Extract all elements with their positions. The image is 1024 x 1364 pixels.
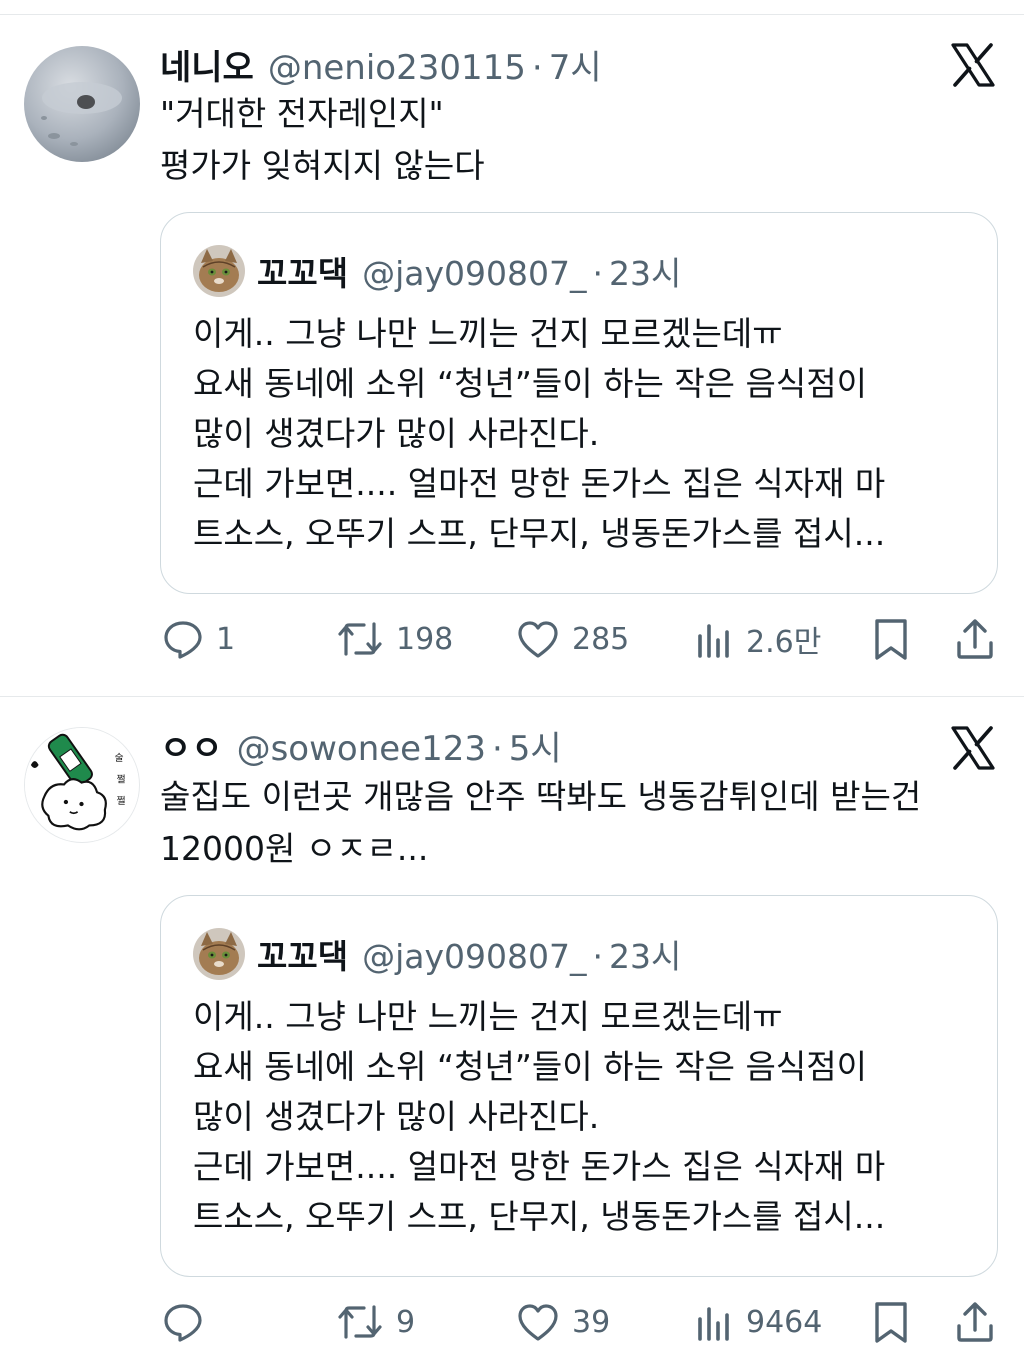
bookmark-button[interactable] — [872, 1297, 910, 1347]
reply-bubble-icon — [162, 1301, 204, 1343]
reply-button[interactable]: 1 — [162, 614, 235, 664]
quote-avatar[interactable] — [193, 245, 245, 297]
quote-timestamp[interactable]: 23시 — [609, 247, 681, 295]
quote-user-handle[interactable]: @jay090807_ — [362, 254, 586, 293]
tweet-header: 네니오 @nenio230115 · 7시 — [160, 40, 602, 89]
x-logo-icon — [950, 725, 998, 773]
avatar[interactable]: 술 쩔 쩔 — [24, 727, 140, 843]
svg-text:술: 술 — [115, 752, 124, 764]
bookmark-icon — [872, 617, 910, 661]
bar-chart-icon — [694, 1301, 734, 1343]
separator-dot: · — [491, 729, 503, 769]
quote-header: 꼬꼬댁 @jay090807_ · 23시 — [257, 930, 681, 978]
svg-text:쩔: 쩔 — [117, 794, 126, 807]
quote-separator-dot: · — [592, 937, 604, 976]
share-button[interactable] — [954, 614, 996, 664]
bookmark-button[interactable] — [872, 614, 910, 664]
retweet-count: 9 — [396, 1304, 416, 1340]
action-bar: 9 39 9464 — [0, 1297, 1024, 1347]
view-count: 2.6만 — [746, 625, 822, 660]
heart-icon — [516, 1301, 560, 1343]
quoted-tweet[interactable]: 꼬꼬댁 @jay090807_ · 23시 이게.. 그냥 나만 느끼는 건지 … — [160, 212, 998, 594]
user-handle[interactable]: @nenio230115 — [268, 48, 526, 88]
view-count: 9464 — [746, 1304, 823, 1340]
quote-text: 이게.. 그냥 나만 느끼는 건지 모르겠는데ㅠ 요새 동네에 소위 “청년”들… — [193, 997, 886, 1236]
views-button[interactable]: 9464 — [694, 1297, 822, 1347]
quote-display-name[interactable]: 꼬꼬댁 — [257, 247, 348, 295]
x-logo-icon — [950, 42, 998, 90]
reply-bubble-icon — [162, 618, 204, 660]
timestamp[interactable]: 7시 — [549, 40, 602, 89]
reply-count: 1 — [216, 621, 236, 657]
tweet-header: ㅇㅇ @sowonee123 · 5시 — [160, 721, 562, 770]
retweet-button[interactable]: 198 — [336, 614, 453, 664]
quote-separator-dot: · — [592, 254, 604, 293]
quote-timestamp[interactable]: 23시 — [609, 930, 681, 978]
separator-dot: · — [531, 48, 543, 88]
views-button[interactable]: 2.6만 — [694, 614, 821, 664]
timestamp[interactable]: 5시 — [509, 721, 562, 770]
quoted-tweet[interactable]: 꼬꼬댁 @jay090807_ · 23시 이게.. 그냥 나만 느끼는 건지 … — [160, 895, 998, 1277]
quote-display-name[interactable]: 꼬꼬댁 — [257, 930, 348, 978]
heart-icon — [516, 618, 560, 660]
retweet-icon — [336, 1301, 384, 1343]
tweet-1[interactable]: 네니오 @nenio230115 · 7시 "거대한 전자레인지" 평가가 잊혀… — [0, 0, 1024, 696]
bar-chart-icon — [694, 618, 734, 660]
quote-header: 꼬꼬댁 @jay090807_ · 23시 — [257, 247, 681, 295]
tweet-2[interactable]: 술 쩔 쩔 ㅇㅇ @sowonee123 · 5시 술집도 이런곳 개많음 안주… — [0, 697, 1024, 1364]
svg-text:쩔: 쩔 — [117, 773, 126, 786]
like-count: 285 — [572, 621, 630, 657]
action-bar: 1 198 285 2.6만 — [0, 614, 1024, 664]
like-button[interactable]: 39 — [516, 1297, 610, 1347]
quote-user-handle[interactable]: @jay090807_ — [362, 937, 586, 976]
tweet-text: "거대한 전자레인지" 평가가 잊혀지지 않는다 — [160, 94, 485, 185]
like-button[interactable]: 285 — [516, 614, 629, 664]
like-count: 39 — [572, 1304, 611, 1340]
avatar[interactable] — [24, 46, 140, 162]
share-button[interactable] — [954, 1297, 996, 1347]
quote-avatar[interactable] — [193, 928, 245, 980]
retweet-icon — [336, 618, 384, 660]
share-upload-icon — [954, 1300, 996, 1344]
reply-button[interactable] — [162, 1297, 216, 1347]
display-name[interactable]: ㅇㅇ — [160, 721, 223, 770]
quote-text: 이게.. 그냥 나만 느끼는 건지 모르겠는데ㅠ 요새 동네에 소위 “청년”들… — [193, 314, 886, 553]
display-name[interactable]: 네니오 — [160, 40, 254, 89]
retweet-button[interactable]: 9 — [336, 1297, 415, 1347]
share-upload-icon — [954, 617, 996, 661]
retweet-count: 198 — [396, 621, 454, 657]
user-handle[interactable]: @sowonee123 — [237, 729, 486, 769]
bookmark-icon — [872, 1300, 910, 1344]
tweet-text: 술집도 이런곳 개많음 안주 딱봐도 냉동감튀인데 받는건 12000원 ㅇㅈㄹ… — [160, 777, 922, 868]
